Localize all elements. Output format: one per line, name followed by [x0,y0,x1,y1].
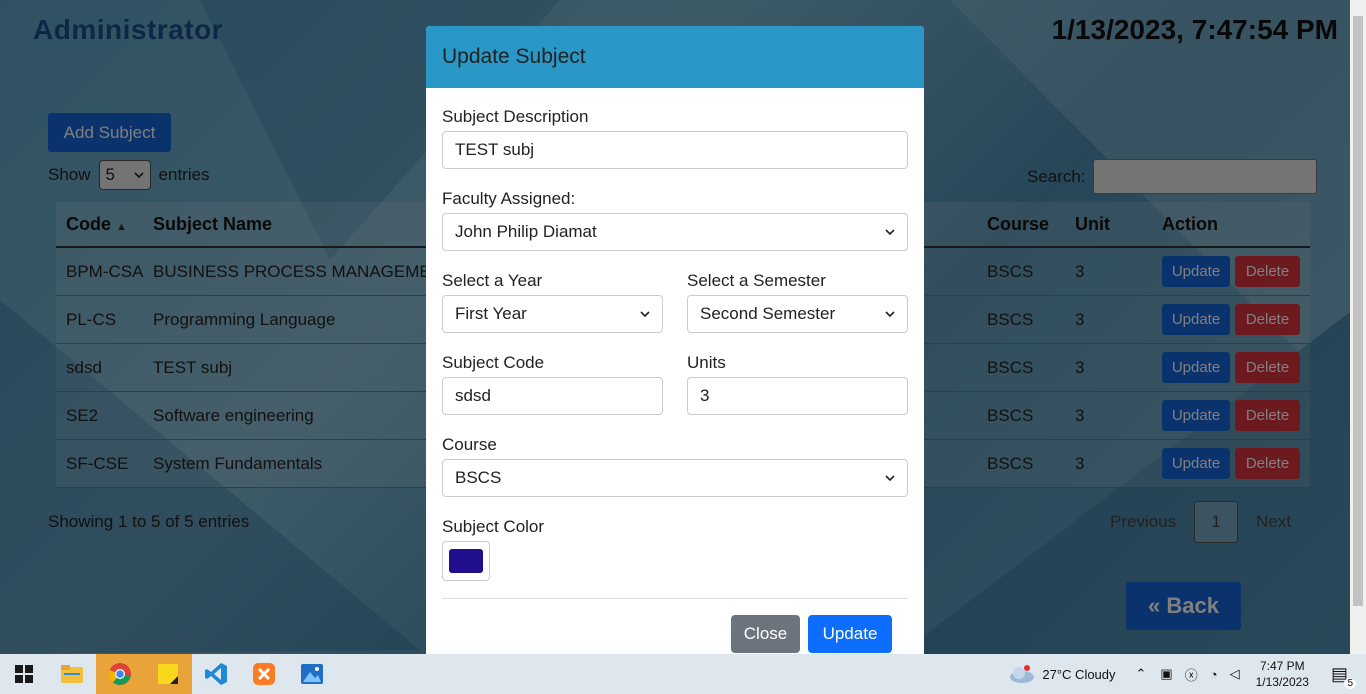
taskbar: 27°C Cloudy ⌃ ▣ ⓧ ◔ ◁ 7:47 PM 1/13/2023 … [0,654,1366,694]
course-label: Course [442,435,497,454]
chevron-up-icon[interactable]: ⌃ [1136,666,1147,682]
notifications-button[interactable]: ▤ 5 [1331,664,1356,689]
year-select[interactable]: First Year [442,295,663,333]
subject-description-input[interactable]: TEST subj [442,131,908,169]
color-label: Subject Color [442,517,545,536]
close-button[interactable]: Close [731,615,800,653]
faculty-select[interactable]: John Philip Diamat [442,213,908,251]
color-swatch [449,549,483,573]
modal-title: Update Subject [426,26,924,88]
faculty-label: Faculty Assigned: [442,189,576,208]
chrome-button[interactable] [96,654,144,694]
cloudy-weather-icon [1010,665,1035,683]
chrome-icon [108,663,131,685]
meet-now-icon[interactable]: ▣ [1160,666,1172,682]
taskbar-date: 1/13/2023 [1255,675,1309,689]
photos-button[interactable] [288,654,336,694]
update-subject-modal: Update Subject Subject Description TEST … [426,26,924,666]
course-select[interactable]: BSCS [442,459,908,497]
desc-label: Subject Description [442,107,589,126]
file-explorer-button[interactable] [48,654,96,694]
code-label: Subject Code [442,353,545,372]
weather-text[interactable]: 27°C Cloudy [1042,667,1115,682]
notification-count: 5 [1344,677,1356,689]
sticky-notes-button[interactable] [144,654,192,694]
input-method-icon[interactable]: ⓧ [1185,665,1198,684]
chevron-down-icon [640,311,650,318]
update-button[interactable]: Update [808,615,892,653]
year-label: Select a Year [442,271,543,290]
taskbar-time: 7:47 PM [1259,659,1305,673]
start-button[interactable] [0,654,48,694]
scrollbar-thumb[interactable] [1353,16,1363,606]
sticky-notes-icon [158,664,178,684]
semester-select[interactable]: Second Semester [687,295,908,333]
page-scrollbar[interactable] [1350,0,1366,654]
subject-code-input[interactable]: sdsd [442,377,663,415]
vscode-icon [205,663,227,685]
units-input[interactable]: 3 [687,377,908,415]
taskbar-clock[interactable]: 7:47 PM 1/13/2023 [1256,658,1309,690]
subject-color-picker[interactable] [442,541,490,581]
wifi-icon[interactable]: ◔ [1210,667,1218,682]
folder-icon [61,665,83,683]
units-label: Units [687,353,726,372]
chevron-down-icon [885,475,895,482]
windows-icon [15,665,33,683]
xampp-button[interactable] [240,654,288,694]
semester-label: Select a Semester [687,271,826,290]
xampp-icon [253,663,275,685]
photos-icon [301,664,323,684]
speaker-icon[interactable]: ◁ [1230,666,1240,682]
system-tray: 27°C Cloudy ⌃ ▣ ⓧ ◔ ◁ 7:47 PM 1/13/2023 … [1008,654,1366,694]
chevron-down-icon [885,229,895,236]
chevron-down-icon [885,311,895,318]
vscode-button[interactable] [192,654,240,694]
